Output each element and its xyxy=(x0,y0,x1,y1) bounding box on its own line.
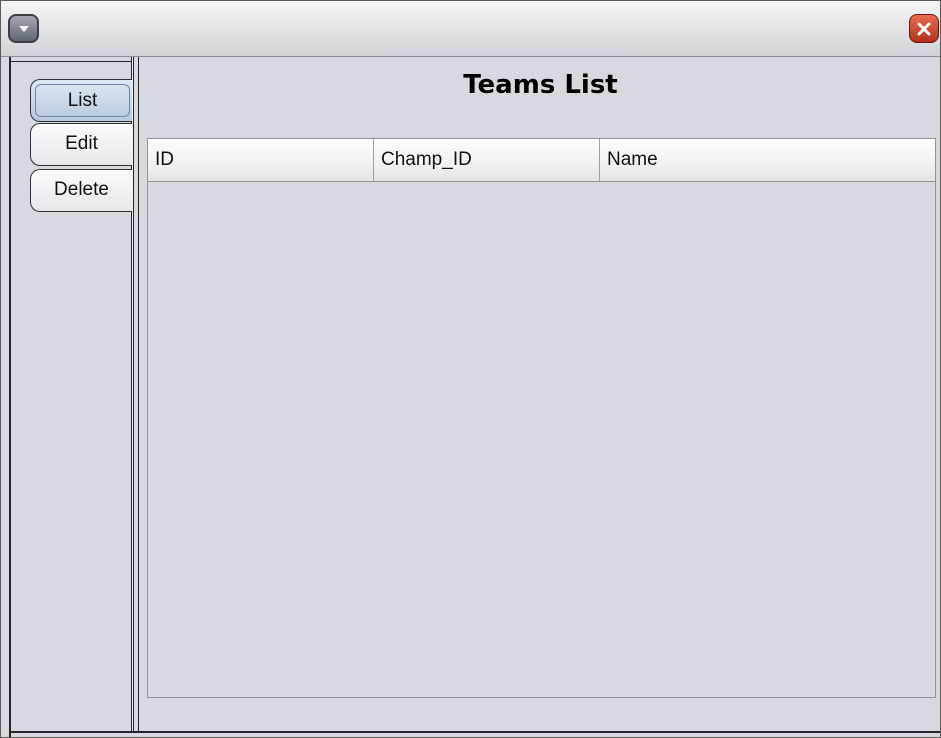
tab-label: List xyxy=(35,84,130,117)
table-header: ID Champ_ID Name xyxy=(148,139,935,182)
tab-list[interactable]: List xyxy=(30,79,132,122)
app-window: List Edit Delete Teams List ID Champ_ID … xyxy=(0,0,941,738)
tab-edit[interactable]: Edit xyxy=(30,123,132,166)
title-bar[interactable] xyxy=(1,1,940,57)
chevron-down-icon xyxy=(18,25,29,32)
teams-table[interactable]: ID Champ_ID Name xyxy=(147,138,936,698)
tab-label: Edit xyxy=(65,133,98,154)
window-bottom-border xyxy=(9,731,940,733)
column-header-id[interactable]: ID xyxy=(148,139,374,181)
close-icon xyxy=(917,22,931,35)
close-button[interactable] xyxy=(909,14,939,43)
page-title: Teams List xyxy=(463,70,618,100)
tab-delete[interactable]: Delete xyxy=(30,169,132,212)
column-header-champ-id[interactable]: Champ_ID xyxy=(374,139,600,181)
table-body[interactable] xyxy=(148,182,935,697)
tab-label: Delete xyxy=(54,179,109,200)
column-header-name[interactable]: Name xyxy=(600,139,935,181)
tabs-divider-inner xyxy=(138,57,139,733)
window-left-border xyxy=(9,57,11,737)
window-menu-button[interactable] xyxy=(8,14,39,43)
tabs-frame-top xyxy=(9,61,133,62)
